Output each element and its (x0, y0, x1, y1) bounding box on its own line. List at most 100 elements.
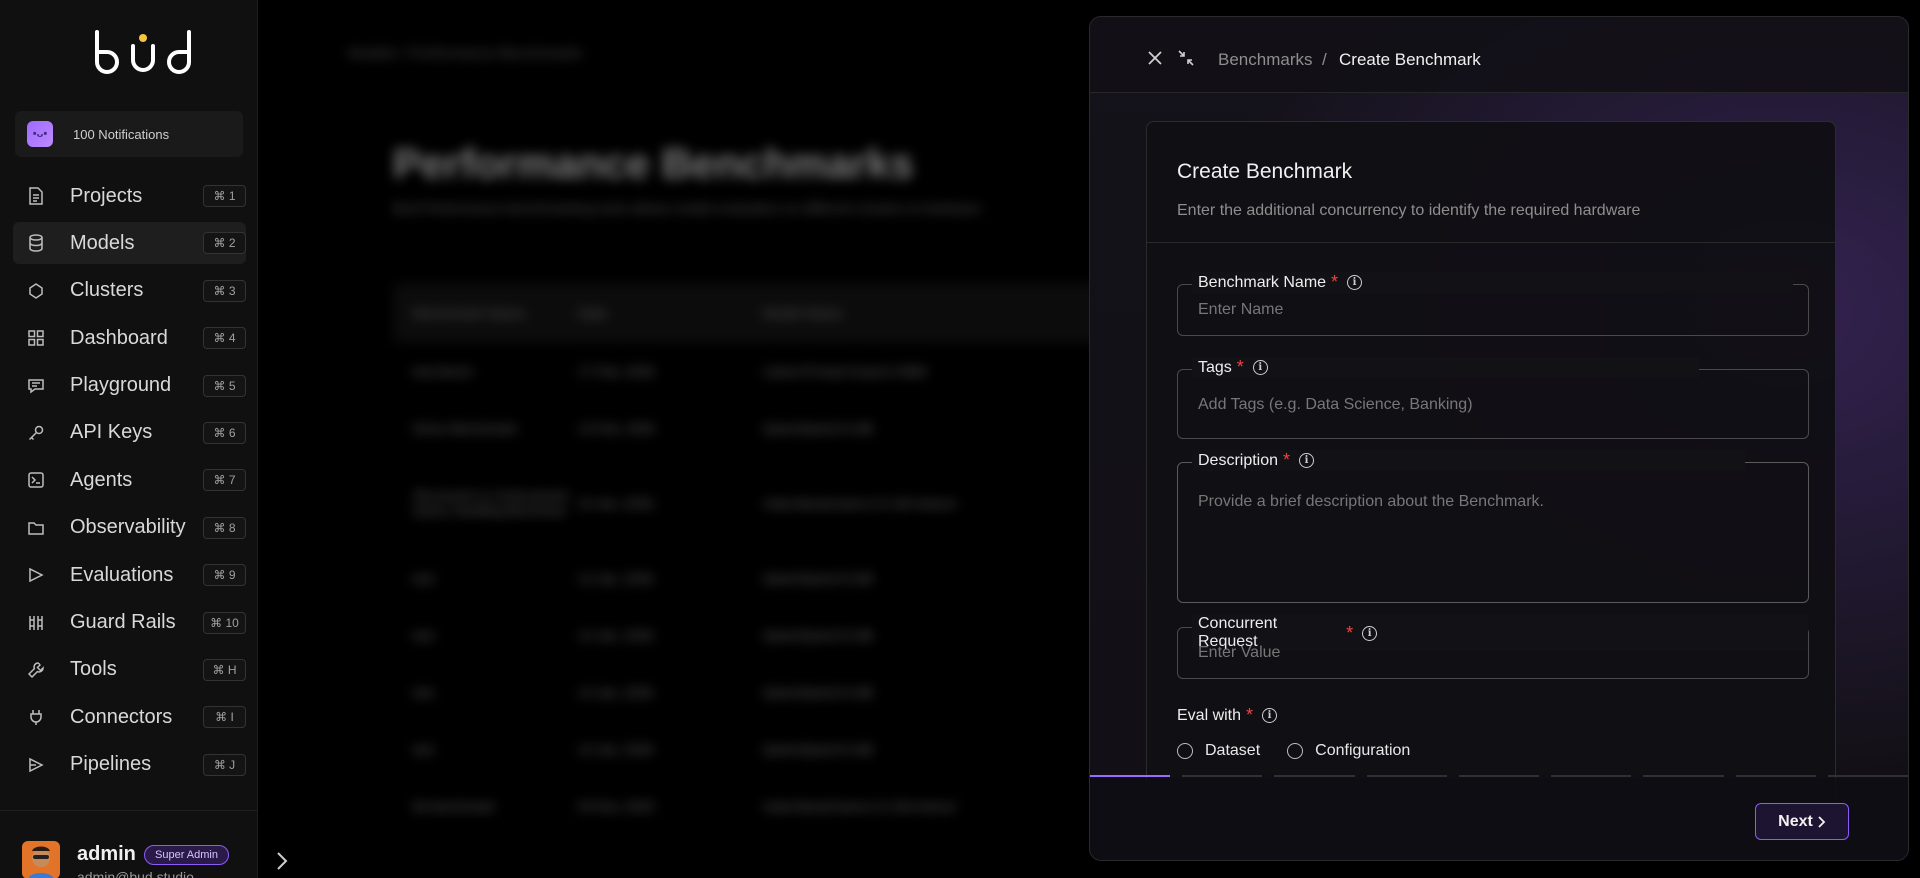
breadcrumb-current: Create Benchmark (1339, 50, 1481, 69)
chevron-right-icon[interactable] (275, 850, 289, 872)
table-header: Benchmark Name Date Model Name (393, 283, 1143, 343)
tags-field[interactable]: Tags * i Add Tags (e.g. Data Science, Bank… (1177, 357, 1809, 439)
cluster-icon (27, 282, 45, 300)
sidebar-item-pipelines[interactable]: Pipelines ⌘ J (13, 744, 246, 786)
progress-step (1643, 775, 1724, 777)
sidebar-item-observability[interactable]: Observability ⌘ 8 (13, 507, 246, 549)
field-label: Description * i (1192, 450, 1746, 471)
sidebar-item-guard-rails[interactable]: Guard Rails ⌘ 10 (13, 602, 246, 644)
shortcut-badge: ⌘ 6 (203, 421, 246, 444)
description-field[interactable]: Description * i Provide a brief descriptio… (1177, 450, 1809, 603)
sidebar-item-clusters[interactable]: Clusters ⌘ 3 (13, 270, 246, 312)
sidebar-item-label: Dashboard (70, 326, 168, 349)
chevron-right-icon (1818, 815, 1826, 828)
collapse-icon[interactable] (1177, 49, 1195, 67)
shortcut-badge: ⌘ 3 (203, 279, 246, 302)
bell-icon: •ᴗ• (27, 121, 53, 147)
shortcut-badge: ⌘ 2 (203, 232, 246, 255)
user-name: admin (77, 843, 136, 865)
sidebar-item-connectors[interactable]: Connectors ⌘ I (13, 696, 246, 738)
progress-step (1274, 775, 1355, 777)
info-icon[interactable]: i (1347, 275, 1363, 290)
drawer-footer: Next (1090, 778, 1908, 860)
user-profile[interactable]: admin Super Admin admin@bud.studio (0, 810, 258, 878)
shortcut-badge: ⌘ 9 (203, 564, 246, 587)
sidebar-item-label: Guard Rails (70, 611, 176, 634)
radio-dataset[interactable]: Dataset (1177, 742, 1260, 760)
next-button[interactable]: Next (1755, 803, 1849, 840)
chat-icon (27, 377, 45, 395)
database-icon (27, 234, 45, 253)
role-badge: Super Admin (144, 845, 229, 865)
shortcut-badge: ⌘ 4 (203, 327, 246, 350)
sidebar-item-api-keys[interactable]: API Keys ⌘ 6 (13, 412, 246, 454)
table-row: test 14 Jan, 2026 Qwen/Qwen3-0.6B (393, 607, 1143, 664)
required-marker: * (1346, 622, 1354, 643)
shortcut-badge: ⌘ 7 (203, 469, 246, 492)
table-row: test 14 Jan, 2026 Qwen/Qwen3-0.6B (393, 550, 1143, 607)
sidebar-item-tools[interactable]: Tools ⌘ H (13, 649, 246, 691)
sidebar-item-label: Tools (70, 658, 117, 681)
radio-configuration[interactable]: Configuration (1287, 742, 1410, 760)
info-icon[interactable]: i (1362, 625, 1378, 641)
sidebar-item-label: Models (70, 231, 135, 254)
field-label-text: Tags (1198, 358, 1232, 376)
field-placeholder: Provide a brief description about the Be… (1198, 493, 1544, 510)
radio-circle[interactable] (1287, 743, 1304, 759)
form-card-header: Create Benchmark Enter the additional co… (1147, 122, 1835, 243)
progress-step (1827, 775, 1908, 777)
close-icon[interactable] (1146, 49, 1164, 67)
document-icon (27, 187, 45, 205)
sidebar-item-playground[interactable]: Playground ⌘ 5 (13, 365, 246, 407)
background-breadcrumb: Models / Performance Benchmarks (348, 45, 583, 62)
progress-step (1458, 775, 1540, 777)
plug-icon (27, 708, 45, 726)
drawer-header: Benchmarks / Create Benchmark (1090, 17, 1908, 93)
notifications-button[interactable]: •ᴗ• 100 Notifications (15, 111, 243, 157)
field-label-text: Description (1198, 451, 1279, 469)
table-row: test bench 17 Feb, 2026 Llama-Prompt-Guard… (393, 343, 1143, 400)
sidebar-item-dashboard[interactable]: Dashboard ⌘ 4 (13, 317, 246, 359)
radio-circle[interactable] (1177, 743, 1193, 759)
concurrent-request-field[interactable]: Concurrent Request * i Enter Value (1177, 615, 1809, 679)
sidebar-item-evaluations[interactable]: Evaluations ⌘ 9 (13, 554, 246, 596)
sidebar-item-label: Evaluations (70, 563, 174, 586)
benchmark-name-field[interactable]: Benchmark Name * i Enter Name (1177, 272, 1809, 336)
sidebar-item-projects[interactable]: Projects ⌘ 1 (13, 175, 246, 217)
create-benchmark-drawer: Benchmarks / Create Benchmark Create Ben… (1089, 16, 1909, 861)
rails-icon (27, 614, 45, 632)
info-icon[interactable]: i (1262, 708, 1278, 723)
shortcut-badge: ⌘ 8 (203, 516, 246, 539)
field-label-text: Benchmark Name (1198, 273, 1327, 291)
sidebar-item-models[interactable]: Models ⌘ 2 (13, 222, 246, 265)
shortcut-badge: ⌘ H (203, 658, 246, 681)
sidebar-item-agents[interactable]: Agents ⌘ 7 (13, 459, 246, 501)
required-marker: * (1236, 357, 1244, 377)
form-title: Create Benchmark (1177, 160, 1353, 183)
progress-step (1366, 775, 1447, 777)
radio-label: Dataset (1205, 742, 1261, 759)
field-placeholder: Enter Name (1198, 301, 1284, 318)
breadcrumb-separator: / (1322, 50, 1327, 69)
eval-with-radio-group: Dataset Configuration (1177, 742, 1410, 760)
breadcrumb-benchmarks[interactable]: Benchmarks (1218, 50, 1312, 70)
form-card: Create Benchmark Enter the additional co… (1146, 121, 1836, 801)
sidebar-item-label: Clusters (70, 279, 144, 302)
info-icon[interactable]: i (1252, 360, 1268, 375)
eval-with-text: Eval with (1177, 706, 1242, 724)
field-placeholder: Add Tags (e.g. Data Science, Banking) (1198, 396, 1473, 413)
flow-icon (27, 566, 45, 584)
user-email: admin@bud.studio (77, 869, 194, 878)
required-marker: * (1283, 450, 1291, 470)
info-icon[interactable]: i (1299, 453, 1315, 468)
background-title: Performance Benchmarks (393, 140, 914, 187)
radio-label: Configuration (1315, 742, 1411, 759)
sidebar-item-label: API Keys (70, 421, 153, 444)
progress-step (1182, 775, 1263, 777)
shortcut-badge: ⌘ 10 (203, 611, 246, 634)
bud-logo: bud (95, 30, 191, 74)
progress-step (1090, 775, 1171, 777)
sidebar-item-label: Connectors (70, 705, 173, 728)
shortcut-badge: ⌘ J (203, 753, 246, 776)
shortcut-badge: ⌘ I (203, 706, 246, 729)
